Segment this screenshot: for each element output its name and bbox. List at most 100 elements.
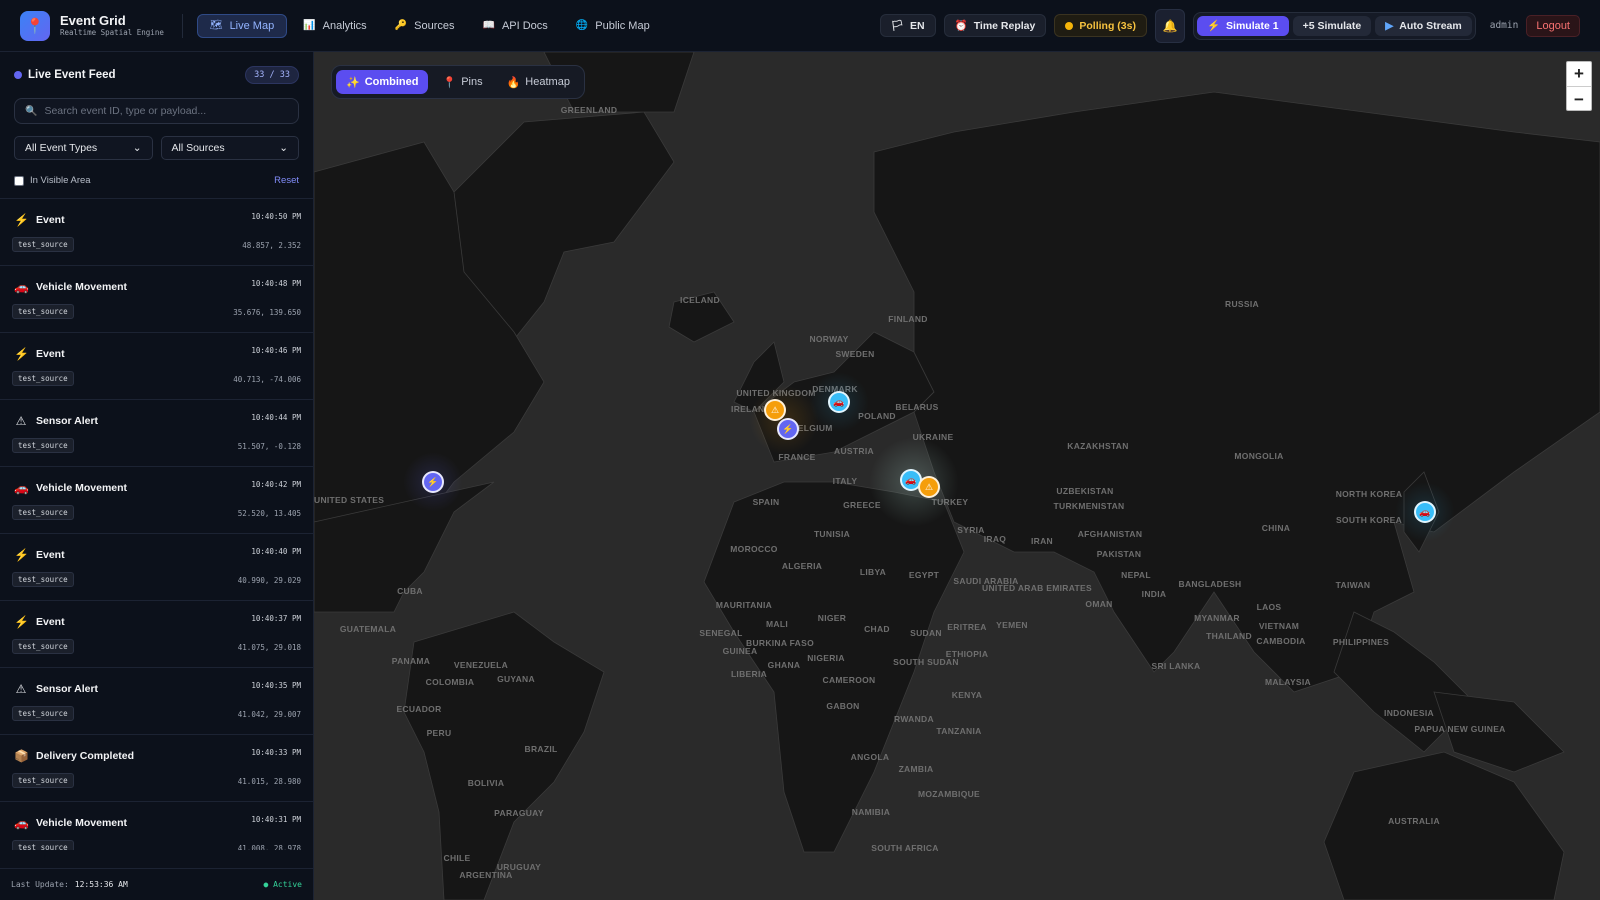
- globe-icon: 🌐: [575, 20, 589, 31]
- mode-label: Combined: [364, 76, 419, 88]
- event-list-item[interactable]: 🚗 Vehicle Movement 10:40:42 PM test_source 5…: [0, 467, 313, 534]
- country-label: YEMEN: [996, 620, 1028, 630]
- time-replay-button[interactable]: ⏰ Time Replay: [943, 14, 1047, 37]
- lightning-icon: ⚡: [14, 347, 29, 361]
- mode-heatmap[interactable]: 🔥 Heatmap: [497, 70, 580, 94]
- simulate-five-button[interactable]: +5 Simulate: [1292, 15, 1372, 36]
- event-list-item[interactable]: ⚡ Event 10:40:50 PM test_source 48.857, 2.35…: [0, 199, 313, 266]
- polling-status-icon: [1065, 21, 1074, 30]
- search-box: 🔍: [14, 98, 299, 124]
- nav-api-docs[interactable]: 📖 API Docs: [471, 14, 560, 38]
- country-label: FINLAND: [888, 314, 928, 324]
- play-icon: ▶: [1385, 19, 1394, 32]
- country-label: UNITED STATES: [314, 495, 385, 505]
- event-time: 10:40:35 PM: [251, 681, 301, 690]
- event-list-item[interactable]: 📦 Delivery Completed 10:40:33 PM test_sourc…: [0, 735, 313, 802]
- event-title: Event: [36, 348, 65, 360]
- event-title: Delivery Completed: [36, 750, 135, 762]
- chevron-down-icon: ⌄: [279, 142, 288, 154]
- country-label: NORWAY: [809, 334, 849, 344]
- country-label: LIBERIA: [730, 669, 768, 679]
- country-label: PHILIPPINES: [1332, 637, 1390, 647]
- logout-button[interactable]: Logout: [1526, 14, 1580, 37]
- event-count-badge: 33 / 33: [245, 66, 299, 84]
- event-title: Event: [36, 616, 65, 628]
- search-input[interactable]: [44, 105, 285, 117]
- book-icon: 📖: [482, 20, 495, 31]
- event-marker-vehicle[interactable]: 🚗: [828, 391, 850, 413]
- event-marker-event[interactable]: ⚡: [422, 471, 444, 493]
- lightning-icon: ⚡: [1206, 20, 1221, 32]
- polling-toggle[interactable]: Polling (3s): [1054, 14, 1147, 37]
- country-label: CAMBODIA: [1256, 636, 1306, 646]
- event-marker-event[interactable]: ⚡: [777, 418, 799, 440]
- event-list-item[interactable]: ⚡ Event 10:40:40 PM test_source 40.990, 29.0…: [0, 534, 313, 601]
- event-list-item[interactable]: ⚡ Event 10:40:37 PM test_source 41.075, 29.0…: [0, 601, 313, 668]
- country-label: UZBEKISTAN: [1056, 486, 1114, 496]
- event-list-item[interactable]: ⚡ Event 10:40:46 PM test_source 40.713, -74.…: [0, 333, 313, 400]
- event-time: 10:40:37 PM: [251, 614, 301, 623]
- nav-label: Sources: [414, 19, 455, 32]
- event-list-item[interactable]: 🚗 Vehicle Movement 10:40:48 PM test_source 3…: [0, 266, 313, 333]
- mode-pins[interactable]: 📍 Pins: [432, 70, 492, 94]
- bell-icon[interactable]: 🔔: [1154, 8, 1185, 43]
- country-label: BURKINA FASO: [746, 638, 814, 648]
- warning-icon: ⚠: [15, 414, 27, 428]
- warning-icon: ⚠: [15, 682, 27, 696]
- country-label: NIGERIA: [807, 653, 845, 663]
- nav-sources[interactable]: 🔑 Sources: [383, 14, 467, 38]
- simulate-one-button[interactable]: ⚡ Simulate 1: [1196, 15, 1289, 36]
- simulate-five-label: +5 Simulate: [1302, 19, 1362, 32]
- country-label: ANGOLA: [850, 752, 890, 762]
- event-list-item[interactable]: 🚗 Vehicle Movement 10:40:31 PM test_source 4…: [0, 802, 313, 850]
- country-label: BOLIVIA: [467, 778, 505, 788]
- event-coordinates: 35.676, 139.650: [233, 308, 301, 317]
- reset-filters-link[interactable]: Reset: [274, 175, 299, 186]
- event-time: 10:40:50 PM: [251, 212, 301, 221]
- zoom-control: + −: [1566, 61, 1592, 111]
- country-label: NORTH KOREA: [1335, 489, 1403, 499]
- event-list-item[interactable]: ⚠ Sensor Alert 10:40:44 PM test_source 51.50…: [0, 400, 313, 467]
- last-update-time: 12:53:36 AM: [74, 880, 128, 889]
- country-label: COLOMBIA: [425, 677, 475, 687]
- last-update-label: Last Update:: [11, 880, 69, 889]
- source-select[interactable]: All Sources ⌄: [160, 136, 299, 160]
- event-coordinates: 52.520, 13.405: [237, 509, 301, 518]
- clock-icon: ⏰: [954, 20, 968, 32]
- country-label: BRAZIL: [524, 744, 558, 754]
- event-type-select[interactable]: All Event Types ⌄: [14, 136, 153, 160]
- event-coordinates: 41.075, 29.018: [237, 643, 301, 652]
- event-time: 10:40:42 PM: [251, 480, 301, 489]
- country-label: GUYANA: [497, 674, 535, 684]
- event-marker-sensor-alert[interactable]: ⚠: [918, 476, 940, 498]
- event-marker-vehicle[interactable]: 🚗: [1414, 501, 1436, 523]
- event-list-item[interactable]: ⚠ Sensor Alert 10:40:35 PM test_source 41.04…: [0, 668, 313, 735]
- nav-analytics[interactable]: 📊 Analytics: [291, 14, 378, 38]
- country-label: MALI: [766, 619, 788, 629]
- zoom-out-button[interactable]: −: [1567, 87, 1591, 112]
- event-coordinates: 40.990, 29.029: [237, 576, 301, 585]
- key-icon: 🔑: [394, 20, 408, 31]
- mode-combined[interactable]: ✨ Combined: [336, 70, 429, 94]
- world-map[interactable]: GREENLAND ICELAND RUSSIA FINLAND NORWAY SWEDE…: [314, 52, 1600, 900]
- nav-public-map[interactable]: 🌐 Public Map: [564, 14, 662, 38]
- country-label: TURKMENISTAN: [1053, 501, 1125, 511]
- event-title: Vehicle Movement: [36, 281, 128, 293]
- country-label: ERITREA: [947, 622, 987, 632]
- event-coordinates: 51.507, -0.128: [237, 442, 301, 451]
- visible-area-checkbox[interactable]: [14, 175, 24, 186]
- country-label: SYRIA: [957, 525, 985, 535]
- event-marker-sensor-alert[interactable]: ⚠: [764, 399, 786, 421]
- zoom-in-button[interactable]: +: [1567, 62, 1591, 87]
- country-label: AUSTRALIA: [1388, 816, 1440, 826]
- event-source-tag: test_source: [12, 840, 74, 850]
- nav-live-map[interactable]: 🗺 Live Map: [196, 13, 288, 38]
- auto-stream-button[interactable]: ▶ Auto Stream: [1375, 15, 1472, 36]
- pin-icon: 📍: [442, 76, 457, 89]
- lightning-icon: ⚡: [14, 548, 29, 562]
- event-time: 10:40:33 PM: [251, 748, 301, 757]
- language-button[interactable]: 🏳 EN: [879, 14, 936, 37]
- country-label: GABON: [826, 701, 860, 711]
- country-label: GUATEMALA: [339, 624, 397, 634]
- divider: [181, 13, 183, 38]
